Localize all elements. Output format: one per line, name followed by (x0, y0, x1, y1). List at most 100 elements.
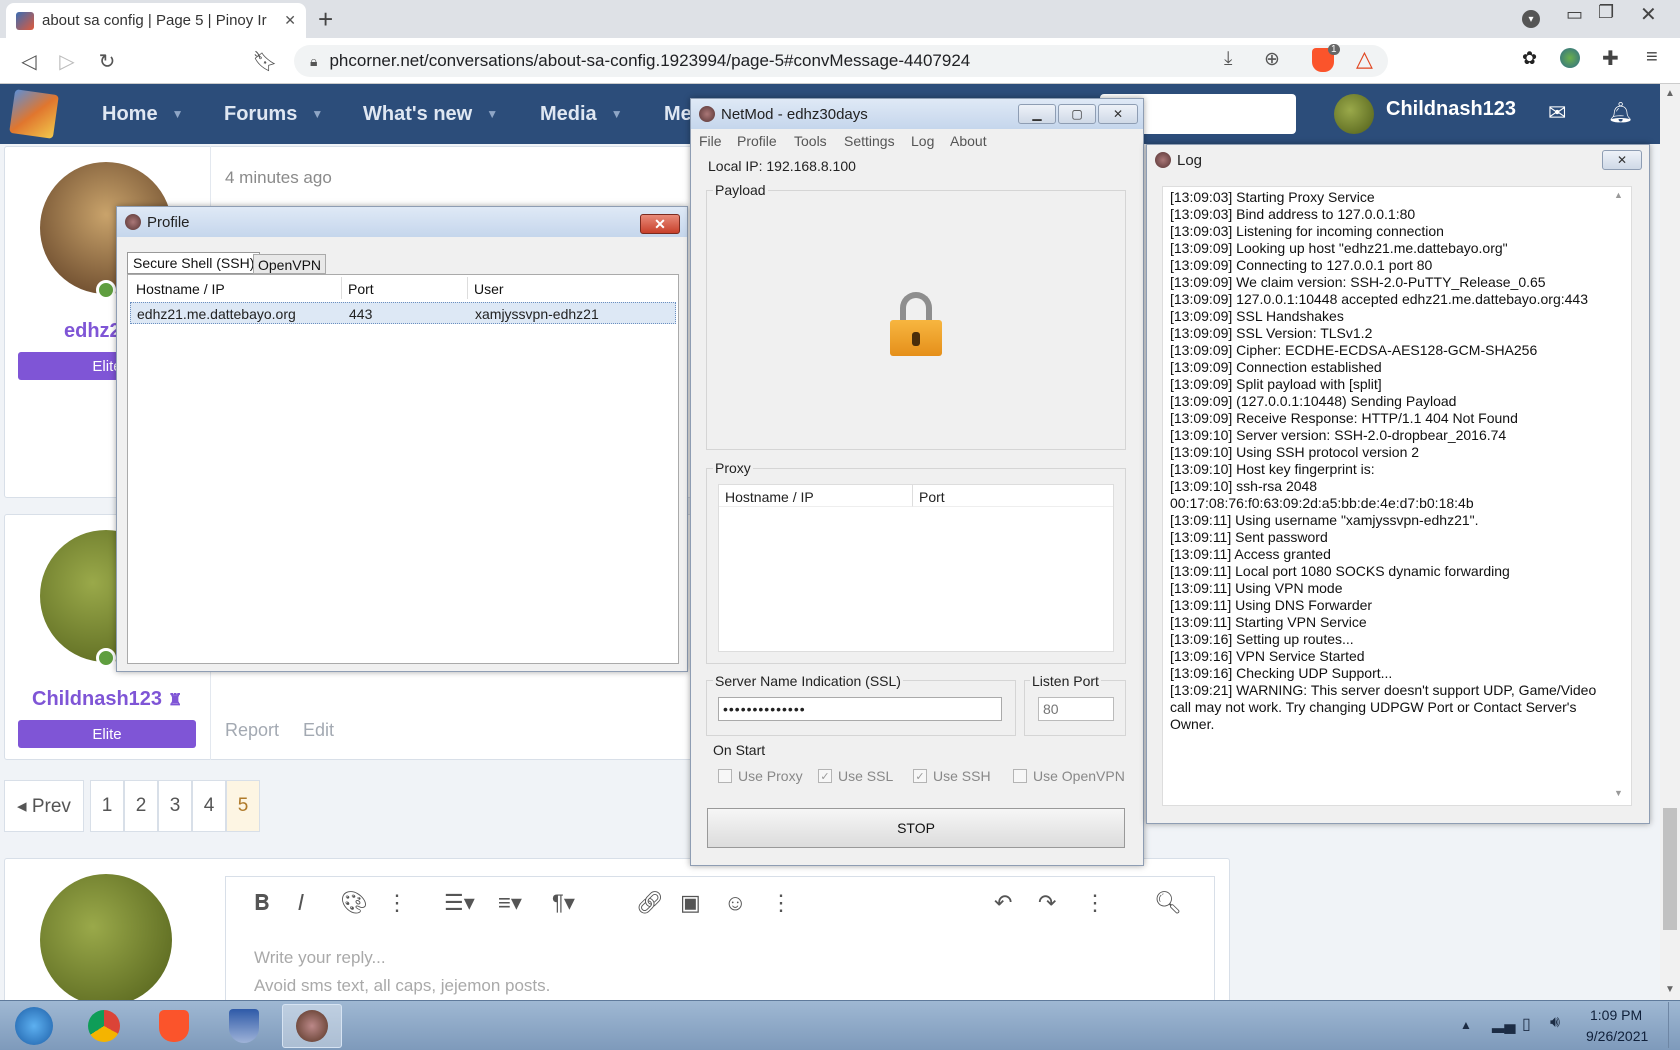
nav-forums[interactable]: Forums ▼ (224, 84, 323, 144)
menu-log[interactable]: Log (911, 133, 934, 149)
bold-icon[interactable]: 𝐁 (254, 890, 270, 916)
chevron-down-icon[interactable]: ▼ (486, 107, 498, 121)
user-avatar[interactable] (40, 874, 172, 1006)
nav-media[interactable]: Media ▼ (540, 84, 623, 144)
menu-tools[interactable]: Tools (794, 133, 827, 149)
user-avatar[interactable] (1334, 94, 1374, 134)
back-icon[interactable]: ◁ (16, 48, 42, 74)
account-username[interactable]: Childnash123 (1386, 98, 1516, 121)
page-button[interactable]: 3 (158, 780, 192, 832)
taskbar-netmod[interactable] (282, 1004, 342, 1048)
report-link[interactable]: Report (225, 720, 279, 741)
brave-rewards-icon[interactable]: △ (1356, 46, 1373, 72)
netmod-maximize-button[interactable]: ▢ (1058, 104, 1096, 124)
proxy-column-host[interactable]: Hostname / IP (719, 485, 913, 507)
tray-battery-icon[interactable]: ▯ (1522, 1014, 1531, 1034)
extension-huawei-icon[interactable]: ✿ (1522, 48, 1537, 69)
column-header-user[interactable]: User (468, 277, 676, 299)
page-button-current[interactable]: 5 (226, 780, 260, 832)
menu-about[interactable]: About (950, 133, 987, 149)
taskbar-brave[interactable] (144, 1004, 204, 1048)
chevron-down-icon[interactable]: ▼ (172, 107, 184, 121)
use-ssl-checkbox[interactable]: ✓ Use SSL (818, 768, 893, 784)
bookmark-icon[interactable]: 🔖︎ (252, 48, 278, 74)
nav-home[interactable]: Home ▼ (102, 84, 183, 144)
log-scroll-up-icon[interactable]: ▲ (1614, 190, 1623, 200)
lock-icon[interactable] (890, 292, 942, 356)
mail-icon[interactable]: ✉ (1548, 100, 1566, 126)
italic-icon[interactable]: 𝐼 (298, 890, 304, 916)
menu-file[interactable]: File (699, 133, 722, 149)
proxy-column-port[interactable]: Port (913, 485, 1113, 507)
smiley-icon[interactable]: ☺ (724, 890, 746, 916)
chevron-down-icon[interactable]: ▼ (611, 107, 623, 121)
image-icon[interactable]: ▣ (680, 890, 701, 916)
column-header-port[interactable]: Port (342, 277, 468, 299)
log-close-button[interactable]: ✕ (1602, 150, 1642, 170)
scrollbar-down-icon[interactable]: ▼ (1665, 984, 1675, 995)
show-desktop-button[interactable] (1668, 1002, 1678, 1048)
reload-icon[interactable]: ↻ (94, 48, 120, 74)
clock-time[interactable]: 1:09 PM (1590, 1007, 1642, 1023)
start-button[interactable] (4, 1004, 64, 1048)
minimize-window-icon[interactable]: ▭ (1566, 4, 1583, 25)
tab-ssh[interactable]: Secure Shell (SSH) (127, 252, 261, 274)
forward-icon[interactable]: ▷ (54, 48, 80, 74)
browser-menu-icon[interactable]: ≡ (1646, 46, 1658, 69)
tray-volume-icon[interactable]: 🔊︎ (1550, 1014, 1560, 1032)
scrollbar-thumb[interactable] (1663, 808, 1677, 930)
prev-page-button[interactable]: ◂ Prev (4, 780, 84, 832)
taskbar-chrome[interactable] (74, 1004, 134, 1048)
undo-icon[interactable]: ↶ (994, 890, 1012, 916)
use-ssh-checkbox[interactable]: ✓ Use SSH (913, 768, 991, 784)
page-button[interactable]: 2 (124, 780, 158, 832)
new-tab-button[interactable]: + (318, 4, 333, 35)
clock-date[interactable]: 9/26/2021 (1586, 1028, 1648, 1044)
paragraph-icon[interactable]: ¶▾ (552, 890, 575, 916)
nav-whats-new[interactable]: What's new ▼ (363, 84, 498, 144)
log-scroll-down-icon[interactable]: ▼ (1614, 788, 1623, 798)
post-username[interactable]: Childnash123 ♜ (32, 688, 182, 711)
scrollbar-up-icon[interactable]: ▲ (1665, 88, 1675, 99)
download-icon[interactable]: ⤓ (1224, 48, 1232, 70)
log-titlebar[interactable]: Log (1147, 145, 1649, 175)
align-icon[interactable]: ≡▾ (498, 890, 522, 916)
page-button[interactable]: 1 (90, 780, 124, 832)
list-icon[interactable]: ☰▾ (444, 890, 475, 916)
palette-icon[interactable]: 🎨︎ (340, 890, 368, 916)
preview-icon[interactable]: 🔍︎ (1154, 890, 1182, 916)
menu-settings[interactable]: Settings (844, 133, 895, 149)
sni-input[interactable]: •••••••••••••• (718, 697, 1002, 721)
bell-icon[interactable]: 🔔︎ (1608, 100, 1633, 125)
netmod-minimize-button[interactable]: ▁ (1018, 104, 1056, 124)
page-button[interactable]: 4 (192, 780, 226, 832)
taskbar-shield-app[interactable] (214, 1004, 274, 1048)
stop-button[interactable]: STOP (707, 808, 1125, 848)
browser-tab[interactable]: about sa config | Page 5 | Pinoy Ir ✕ (6, 3, 306, 38)
link-icon[interactable]: 🔗︎ (636, 890, 664, 916)
tray-up-icon[interactable]: ▲ (1460, 1018, 1472, 1032)
extension-vpn-icon[interactable] (1560, 48, 1580, 68)
chevron-down-icon[interactable]: ▼ (311, 107, 323, 121)
use-proxy-checkbox[interactable]: Use Proxy (718, 768, 803, 784)
netmod-close-button[interactable]: ✕ (1098, 104, 1138, 124)
more-icon[interactable]: ⋮ (770, 890, 792, 916)
profile-close-button[interactable]: ✕ (640, 214, 680, 234)
listen-port-input[interactable] (1038, 697, 1114, 721)
tab-openvpn[interactable]: OpenVPN (253, 254, 327, 274)
tab-search-icon[interactable]: ▾ (1522, 10, 1540, 28)
edit-link[interactable]: Edit (303, 720, 334, 741)
column-header-host[interactable]: Hostname / IP (130, 277, 342, 299)
more-icon[interactable]: ⋮ (386, 890, 408, 916)
more-icon[interactable]: ⋮ (1084, 890, 1106, 916)
menu-profile[interactable]: Profile (737, 133, 777, 149)
nav-members[interactable]: Me (664, 84, 692, 144)
post-time[interactable]: 4 minutes ago (225, 168, 332, 188)
restore-window-icon[interactable]: ❐ (1598, 2, 1614, 23)
tray-signal-icon[interactable]: ▂▄ (1492, 1014, 1516, 1034)
zoom-icon[interactable]: ⊕ (1264, 48, 1280, 71)
redo-icon[interactable]: ↷ (1038, 890, 1056, 916)
site-logo[interactable] (9, 89, 59, 139)
profile-titlebar[interactable]: Profile (117, 207, 687, 237)
extensions-puzzle-icon[interactable]: ✚ (1602, 46, 1619, 71)
